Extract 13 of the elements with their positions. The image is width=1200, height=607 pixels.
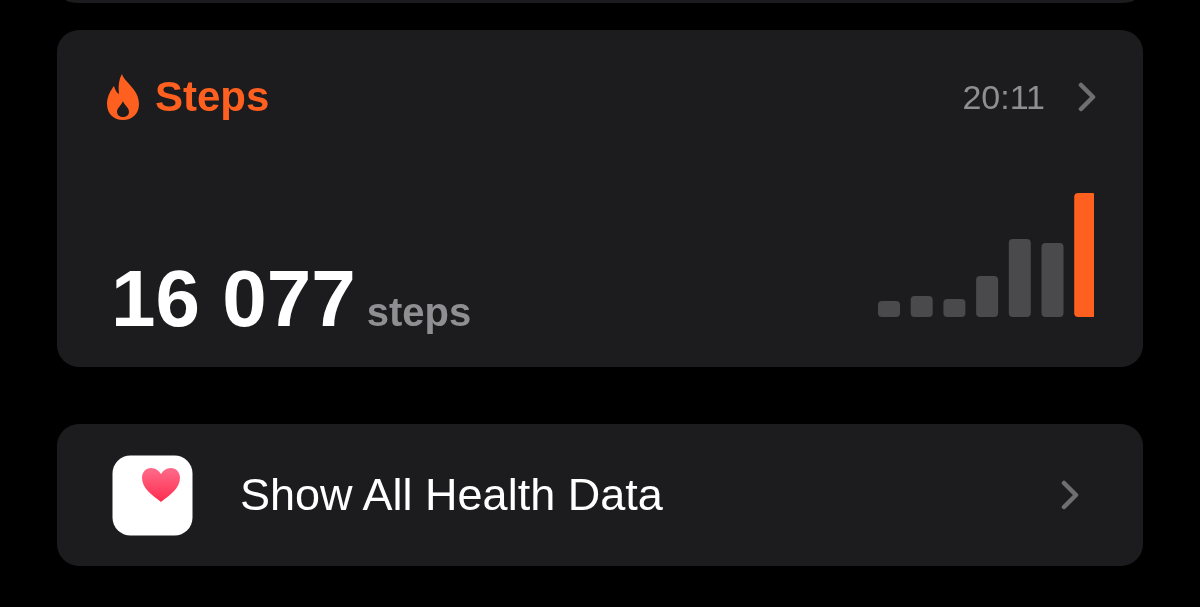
chevron-icon: [1077, 82, 1097, 112]
steps-card[interactable]: Steps 20:11 16 077 steps: [57, 30, 1143, 367]
bar: [878, 301, 900, 317]
show-all-health-data-button[interactable]: Show All Health Data: [57, 424, 1143, 566]
timestamp: 20:11: [962, 80, 1045, 114]
bar: [943, 299, 966, 317]
flame-icon: [105, 74, 141, 120]
bar: [976, 276, 999, 317]
step-count: 16 077: [111, 259, 356, 339]
unit-label: steps: [366, 292, 472, 332]
card-title: Steps: [155, 76, 270, 118]
bar: [910, 296, 933, 317]
chevron-icon: [1060, 480, 1080, 510]
